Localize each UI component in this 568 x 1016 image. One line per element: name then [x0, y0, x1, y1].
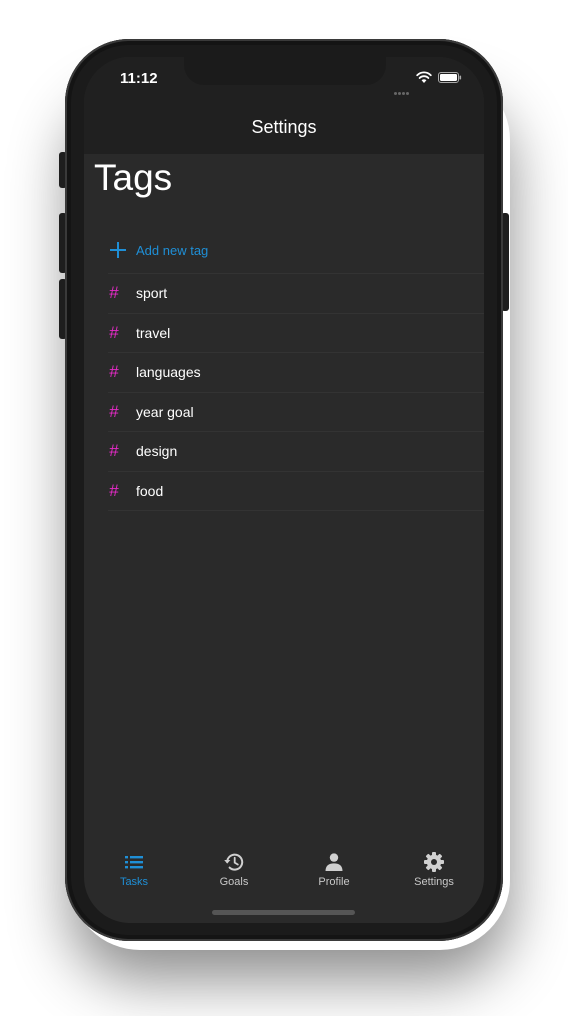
tag-label: year goal [136, 403, 194, 420]
hash-icon: # [109, 322, 119, 342]
tab-label: Tasks [119, 876, 149, 888]
tag-label: languages [136, 364, 201, 381]
tag-item[interactable]: # travel [108, 312, 484, 353]
status-time: 11:12 [120, 70, 158, 87]
list-icon [125, 856, 143, 869]
hash-icon: # [109, 401, 119, 421]
signal-dots-icon [394, 82, 412, 95]
nav-title: Settings [251, 117, 317, 137]
hash-icon: # [109, 283, 119, 303]
history-icon [224, 853, 244, 871]
notch [184, 57, 386, 85]
tag-list: # sport # travel # languages # year goal… [108, 273, 484, 511]
tab-bar: Tasks Goals Profile Settings [84, 847, 484, 897]
tag-item[interactable]: # languages [108, 352, 484, 392]
tag-label: sport [136, 285, 168, 302]
tag-item[interactable]: # sport [108, 273, 484, 313]
tag-label: travel [136, 324, 171, 341]
plus-icon [110, 242, 126, 258]
hash-icon: # [109, 362, 119, 382]
stage: 11:12 Settings Tags Add new tag # sport … [0, 0, 568, 1016]
tab-label: Goals [219, 876, 249, 888]
tag-item[interactable]: # year goal [108, 391, 484, 432]
add-new-tag-button[interactable]: Add new tag [108, 227, 484, 273]
tab-label: Profile [318, 876, 350, 888]
tag-label: design [136, 443, 178, 460]
gear-icon [424, 852, 444, 872]
home-indicator [212, 910, 355, 915]
tab-profile[interactable]: Profile [284, 847, 384, 897]
battery-icon [438, 72, 462, 83]
hash-icon: # [109, 480, 119, 500]
person-icon [325, 853, 343, 871]
phone-screen: 11:12 Settings Tags Add new tag # sport … [84, 57, 484, 923]
tab-settings[interactable]: Settings [384, 847, 484, 897]
tab-label: Settings [414, 876, 454, 888]
tab-goals[interactable]: Goals [184, 847, 284, 897]
tab-tasks[interactable]: Tasks [84, 847, 184, 897]
tag-label: food [136, 482, 164, 499]
tag-item[interactable]: # food [108, 470, 484, 511]
wifi-icon [416, 71, 432, 83]
add-new-tag-label: Add new tag [136, 242, 209, 258]
tag-item[interactable]: # design [108, 431, 484, 471]
hash-icon: # [109, 441, 119, 461]
page-title: Tags [94, 157, 173, 198]
